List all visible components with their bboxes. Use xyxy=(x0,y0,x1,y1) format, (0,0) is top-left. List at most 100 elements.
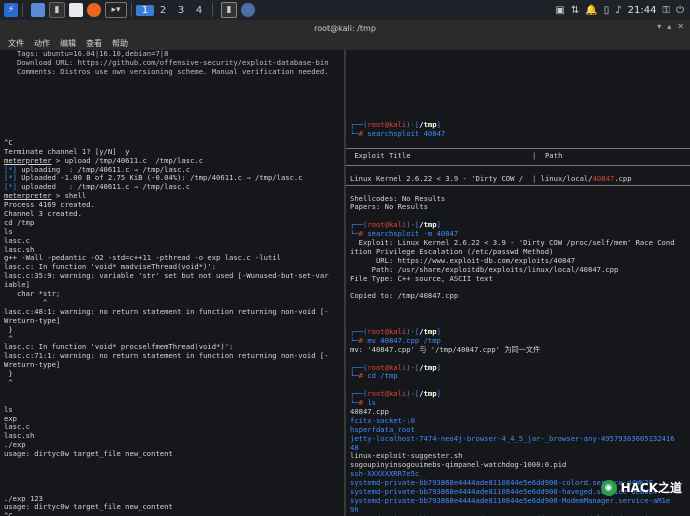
terminal-line: File Type: C++ source, ASCII text xyxy=(346,275,690,284)
task-terminal-icon[interactable]: ▮ xyxy=(221,2,237,18)
terminal-text: ition Privilege Escalation (/etc/passwd … xyxy=(350,247,554,256)
clock[interactable]: 21:44 xyxy=(628,5,657,16)
terminal-text: meterpreter xyxy=(4,192,52,201)
terminal-text: └─ xyxy=(350,230,359,239)
terminal-text: # xyxy=(358,130,368,139)
terminal-text: root@kali xyxy=(367,327,407,336)
terminal-line: Papers: No Results xyxy=(346,203,690,212)
terminal-text: Process 4169 created. xyxy=(4,201,95,210)
terminal-text: Shellcodes: No Results xyxy=(350,194,446,203)
terminal-launcher-icon[interactable]: ▮ xyxy=(49,2,65,18)
desktop-icon[interactable] xyxy=(31,3,45,17)
terminal-text: )-[ xyxy=(406,363,420,372)
terminal-text: # xyxy=(358,372,368,381)
terminal-text: └─ xyxy=(350,372,359,381)
task-app-icon[interactable] xyxy=(241,3,255,17)
terminal-text: # xyxy=(358,399,368,408)
menu-help[interactable]: 帮助 xyxy=(112,38,128,49)
terminal-text: lasc.c xyxy=(4,423,30,432)
terminal-line: ition Privilege Escalation (/etc/passwd … xyxy=(346,248,690,257)
shell-prompt: ┌──(root@kali)-[/tmp] xyxy=(346,121,690,130)
taskbar-separator xyxy=(212,3,213,17)
maximize-icon[interactable]: ▴ xyxy=(667,22,671,31)
terminal-line: linux-exploit-suggester.sh xyxy=(346,452,690,461)
terminal-line: Channel 3 created. xyxy=(0,210,344,219)
shell-command: └─# ls xyxy=(346,399,690,408)
shell-command: └─# mv 40847.cpp /tmp xyxy=(346,337,690,346)
shell-command: └─# searchsploit 40847 xyxy=(346,130,690,139)
terminal-text: ./exp xyxy=(4,441,26,450)
terminal-line: Exploit: Linux Kernel 2.6.22 < 3.9 - 'Di… xyxy=(346,239,690,248)
lock-icon[interactable]: ⚿ xyxy=(662,5,670,16)
terminal-line: fcitx-socket-:0 xyxy=(346,417,690,426)
terminal-line: iable] xyxy=(0,281,344,290)
terminal-line: Wreturn-type] xyxy=(0,317,344,326)
terminal-text: usage: dirtyc0w target_file new_content xyxy=(4,503,173,512)
menu-view[interactable]: 查看 xyxy=(86,38,102,49)
terminal-line: mv: '40847.cpp' 与 '/tmp/40847.cpp' 为同一文件 xyxy=(346,346,690,355)
window-controls: ▾ ▴ ✕ xyxy=(657,22,684,31)
volume-icon[interactable]: ♪ xyxy=(615,5,621,16)
window-titlebar: root@kali: /tmp ▾ ▴ ✕ xyxy=(0,20,690,36)
minimize-icon[interactable]: ▾ xyxy=(657,22,661,31)
terminal-text: )-[ xyxy=(406,221,420,230)
terminal-text: # xyxy=(358,230,368,239)
terminal-pane-right[interactable]: ┌──(root@kali)-[/tmp] └─# searchsploit 40… xyxy=(346,50,690,516)
workspace-2[interactable]: 2 xyxy=(154,5,172,16)
terminal-text: | xyxy=(532,151,545,161)
terminal-text: [*] xyxy=(4,165,17,174)
terminal-pane-left[interactable]: Tags: ubuntu=16.04|16.10,debian=7|8 Down… xyxy=(0,50,344,516)
terminal-line: lasc.c xyxy=(0,237,344,246)
file-manager-icon[interactable] xyxy=(69,3,83,17)
menu-actions[interactable]: 动作 xyxy=(34,38,50,49)
system-tray: ▣ ⇅ 🔔 ▯ ♪ 21:44 ⚿ ⏻ xyxy=(555,0,684,20)
workspace-3[interactable]: 3 xyxy=(172,5,190,16)
terminal-text: jetty-localhost-7474-neo4j-browser-4_4_5… xyxy=(350,434,675,443)
terminal-text: ┌──( xyxy=(350,221,368,230)
power-icon[interactable]: ⏻ xyxy=(676,5,684,16)
terminal-line: ls xyxy=(0,228,344,237)
terminal-line: 40847.cpp xyxy=(346,408,690,417)
terminal-text: > upload /tmp/40611.c /tmp/lasc.c xyxy=(51,156,204,165)
terminal-text: File Type: C++ source, ASCII text xyxy=(350,274,493,283)
terminal-text: ┌──( xyxy=(350,390,368,399)
firefox-icon[interactable] xyxy=(87,3,101,17)
battery-icon[interactable]: ▯ xyxy=(604,5,610,16)
terminal-dropdown-icon[interactable]: ▸▾ xyxy=(105,2,127,18)
terminal-text: searchsploit -m 40847 xyxy=(367,230,459,239)
terminal-text: /tmp xyxy=(419,221,437,230)
network-icon[interactable]: ⇅ xyxy=(571,5,579,16)
terminal-line: [*] uploading : /tmp/40611.c → /tmp/lasc… xyxy=(0,166,344,175)
searchsploit-table-header: Exploit Title | Path xyxy=(346,147,690,166)
shell-prompt: ┌──(root@kali)-[/tmp] xyxy=(346,221,690,230)
terminal-text: lasc.c xyxy=(4,236,30,245)
menu-edit[interactable]: 编辑 xyxy=(60,38,76,49)
terminal-text: Exploit: Linux Kernel 2.6.22 < 3.9 - 'Di… xyxy=(350,239,675,248)
terminal-text: > shell xyxy=(51,192,87,201)
notification-bell-icon[interactable]: 🔔 xyxy=(585,5,597,16)
kali-menu-icon[interactable]: ⚡ xyxy=(4,3,18,17)
tray-app-icon[interactable]: ▣ xyxy=(555,5,564,16)
terminal-line: 9h xyxy=(346,506,690,515)
workspace-4[interactable]: 4 xyxy=(190,5,208,16)
terminal-text: cd /tmp xyxy=(4,218,35,227)
terminal-text: lasc.sh xyxy=(4,245,35,254)
menu-file[interactable]: 文件 xyxy=(8,38,24,49)
terminal-text: [*] xyxy=(4,183,17,192)
terminal-text: 48 xyxy=(350,443,359,452)
terminal-line: ^C xyxy=(0,139,344,148)
shell-prompt: ┌──(root@kali)-[/tmp] xyxy=(346,390,690,399)
terminal-text: )-[ xyxy=(406,327,420,336)
terminal-text: linux/local/ xyxy=(540,174,593,184)
terminal-line: [*] uploaded : /tmp/40611.c → /tmp/lasc.… xyxy=(0,183,344,192)
terminal-text: )-[ xyxy=(406,390,420,399)
close-icon[interactable]: ✕ xyxy=(677,22,684,31)
workspace-1[interactable]: 1 xyxy=(136,4,154,16)
